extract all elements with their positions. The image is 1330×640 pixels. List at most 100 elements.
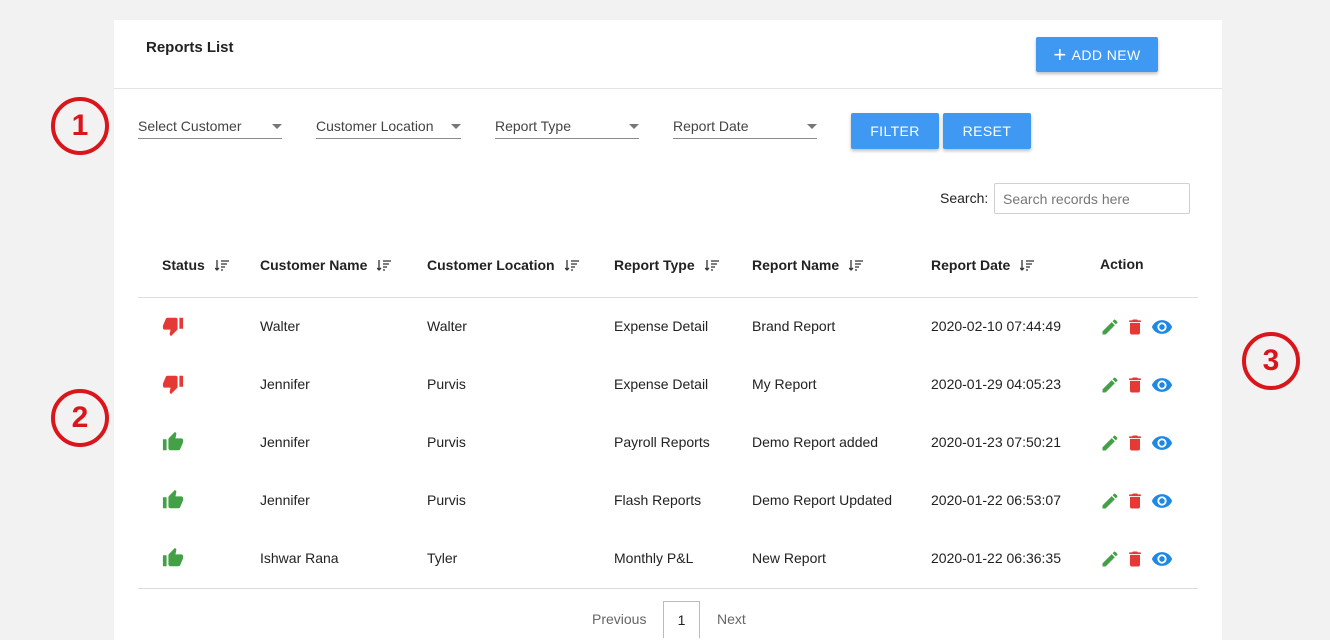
caret-down-icon — [807, 124, 817, 129]
view-eye-icon[interactable] — [1150, 490, 1174, 517]
column-status[interactable]: Status — [162, 257, 229, 273]
view-eye-icon[interactable] — [1150, 374, 1174, 401]
column-customer-location[interactable]: Customer Location — [427, 257, 579, 273]
report-name-cell: My Report — [752, 376, 817, 392]
column-customer-name-label: Customer Name — [260, 257, 368, 273]
table-row: Jennifer Purvis Flash Reports Demo Repor… — [138, 472, 1198, 530]
thumbs-down-icon — [162, 373, 184, 395]
caret-down-icon — [451, 124, 461, 129]
sort-icon — [377, 260, 392, 271]
report-name-cell: Demo Report added — [752, 434, 879, 450]
delete-trash-icon[interactable] — [1125, 549, 1145, 574]
select-customer-label: Select Customer — [138, 118, 242, 134]
report-type-cell: Monthly P&L — [614, 550, 694, 566]
customer-location-dropdown[interactable]: Customer Location — [316, 113, 461, 139]
next-page-button[interactable]: Next — [717, 611, 746, 627]
report-type-cell: Expense Detail — [614, 318, 709, 334]
column-customer-location-label: Customer Location — [427, 257, 555, 273]
table-row: Walter Walter Expense Detail Brand Repor… — [138, 298, 1198, 356]
column-report-name[interactable]: Report Name — [752, 257, 864, 273]
previous-page-button[interactable]: Previous — [592, 611, 646, 627]
column-action-label: Action — [1100, 256, 1144, 272]
table-body: Walter Walter Expense Detail Brand Repor… — [138, 298, 1198, 588]
customer-name-cell: Walter — [260, 318, 300, 334]
thumbs-up-icon — [162, 547, 184, 569]
add-new-button[interactable]: + ADD NEW — [1036, 37, 1158, 72]
customer-location-cell: Purvis — [427, 434, 466, 450]
current-page-button[interactable]: 1 — [663, 601, 700, 638]
report-type-cell: Flash Reports — [614, 492, 702, 508]
delete-trash-icon[interactable] — [1125, 491, 1145, 516]
customer-location-cell: Walter — [427, 318, 467, 334]
pagination: Previous 1 Next — [114, 598, 1222, 638]
customer-location-cell: Tyler — [427, 550, 458, 566]
delete-trash-icon[interactable] — [1125, 317, 1145, 342]
filter-button[interactable]: FILTER — [851, 113, 939, 149]
report-date-dropdown[interactable]: Report Date — [673, 113, 817, 139]
row-actions — [1100, 548, 1174, 575]
customer-name-cell: Ishwar Rana — [260, 550, 339, 566]
edit-pencil-icon[interactable] — [1100, 375, 1120, 400]
add-new-label: ADD NEW — [1071, 46, 1141, 63]
sort-icon — [214, 260, 229, 271]
caret-down-icon — [629, 124, 639, 129]
column-action: Action — [1100, 256, 1144, 272]
report-date-cell: 2020-01-23 07:50:21 — [931, 434, 1061, 450]
annotation-marker-1: 1 — [51, 97, 109, 155]
report-name-cell: Brand Report — [752, 318, 836, 334]
table-row: Jennifer Purvis Payroll Reports Demo Rep… — [138, 414, 1198, 472]
view-eye-icon[interactable] — [1150, 548, 1174, 575]
search-label: Search: — [940, 190, 989, 206]
report-date-cell: 2020-01-22 06:36:35 — [931, 550, 1061, 566]
plus-icon: + — [1053, 41, 1067, 67]
delete-trash-icon[interactable] — [1125, 433, 1145, 458]
select-customer-dropdown[interactable]: Select Customer — [138, 113, 282, 139]
caret-down-icon — [272, 124, 282, 129]
card-header: Reports List + ADD NEW — [114, 20, 1222, 89]
annotation-marker-2: 2 — [51, 389, 109, 447]
sort-icon — [1020, 260, 1035, 271]
view-eye-icon[interactable] — [1150, 316, 1174, 343]
search-input[interactable] — [994, 183, 1190, 214]
column-customer-name[interactable]: Customer Name — [260, 257, 392, 273]
report-name-cell: Demo Report Updated — [752, 492, 893, 508]
table-row: Ishwar Rana Tyler Monthly P&L New Report… — [138, 530, 1198, 588]
report-date-cell: 2020-01-29 04:05:23 — [931, 376, 1061, 392]
reset-button[interactable]: RESET — [943, 113, 1031, 149]
thumbs-up-icon — [162, 489, 184, 511]
customer-name-cell: Jennifer — [260, 492, 310, 508]
row-actions — [1100, 490, 1174, 517]
column-report-date[interactable]: Report Date — [931, 257, 1035, 273]
reports-card: Reports List + ADD NEW Select Customer C… — [114, 20, 1222, 640]
sort-icon — [849, 260, 864, 271]
sort-icon — [564, 260, 579, 271]
edit-pencil-icon[interactable] — [1100, 317, 1120, 342]
row-actions — [1100, 432, 1174, 459]
sort-icon — [704, 260, 719, 271]
row-actions — [1100, 316, 1174, 343]
customer-location-label: Customer Location — [316, 118, 434, 134]
reports-table: Status Customer Name Customer Location R… — [138, 240, 1198, 589]
customer-name-cell: Jennifer — [260, 376, 310, 392]
column-report-type-label: Report Type — [614, 257, 695, 273]
edit-pencil-icon[interactable] — [1100, 433, 1120, 458]
column-report-type[interactable]: Report Type — [614, 257, 719, 273]
report-type-cell: Expense Detail — [614, 376, 709, 392]
customer-location-cell: Purvis — [427, 492, 466, 508]
delete-trash-icon[interactable] — [1125, 375, 1145, 400]
column-report-name-label: Report Name — [752, 257, 840, 273]
view-eye-icon[interactable] — [1150, 432, 1174, 459]
report-name-cell: New Report — [752, 550, 826, 566]
row-actions — [1100, 374, 1174, 401]
page-title: Reports List — [146, 39, 234, 56]
customer-name-cell: Jennifer — [260, 434, 310, 450]
table-row: Jennifer Purvis Expense Detail My Report… — [138, 356, 1198, 414]
thumbs-up-icon — [162, 431, 184, 453]
edit-pencil-icon[interactable] — [1100, 549, 1120, 574]
report-type-label: Report Type — [495, 118, 572, 134]
report-date-cell: 2020-01-22 06:53:07 — [931, 492, 1061, 508]
annotation-marker-3: 3 — [1242, 332, 1300, 390]
edit-pencil-icon[interactable] — [1100, 491, 1120, 516]
report-type-dropdown[interactable]: Report Type — [495, 113, 639, 139]
table-header: Status Customer Name Customer Location R… — [138, 240, 1198, 298]
